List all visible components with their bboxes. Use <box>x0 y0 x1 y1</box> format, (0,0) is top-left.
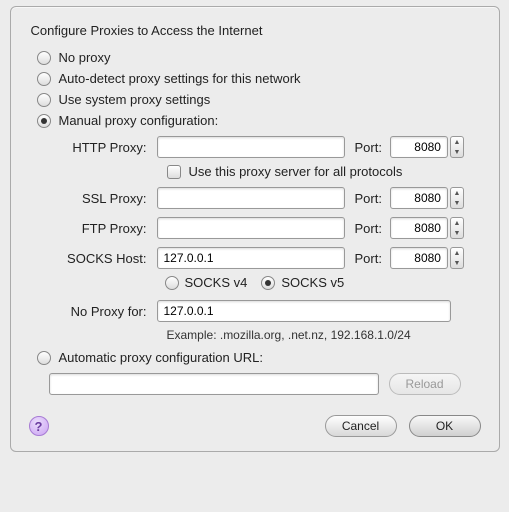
radio-icon <box>37 93 51 107</box>
chevron-up-icon: ▲ <box>454 250 461 257</box>
radio-icon <box>37 72 51 86</box>
socks-version-group: SOCKS v4 SOCKS v5 <box>165 275 485 290</box>
dialog-title: Configure Proxies to Access the Internet <box>31 23 485 38</box>
manual-proxy-section: HTTP Proxy: Port: ▲▼ Use this proxy serv… <box>57 134 485 342</box>
radio-icon <box>37 351 51 365</box>
chevron-up-icon: ▲ <box>454 190 461 197</box>
help-icon[interactable]: ? <box>29 416 49 436</box>
no-proxy-for-input[interactable] <box>157 300 451 322</box>
dialog-footer: ? Cancel OK <box>25 415 485 437</box>
chevron-up-icon: ▲ <box>454 220 461 227</box>
radio-row-system-proxy[interactable]: Use system proxy settings <box>37 92 485 107</box>
ftp-proxy-label: FTP Proxy: <box>57 221 157 236</box>
chevron-down-icon: ▼ <box>454 200 461 207</box>
ssl-proxy-host-input[interactable] <box>157 187 345 209</box>
http-proxy-host-input[interactable] <box>157 136 345 158</box>
radio-label: No proxy <box>59 50 111 65</box>
ftp-proxy-host-input[interactable] <box>157 217 345 239</box>
checkbox-label: Use this proxy server for all protocols <box>189 164 403 179</box>
auto-config-url-row: Reload <box>49 373 485 395</box>
http-proxy-label: HTTP Proxy: <box>57 140 157 155</box>
port-label: Port: <box>345 221 390 236</box>
radio-row-manual-proxy[interactable]: Manual proxy configuration: <box>37 113 485 128</box>
port-label: Port: <box>345 191 390 206</box>
radio-label: Use system proxy settings <box>59 92 211 107</box>
http-proxy-port-input[interactable] <box>390 136 448 158</box>
radio-label: Auto-detect proxy settings for this netw… <box>59 71 301 86</box>
port-label: Port: <box>345 140 390 155</box>
socks-v5-label: SOCKS v5 <box>281 275 344 290</box>
chevron-up-icon: ▲ <box>454 139 461 146</box>
ok-button[interactable]: OK <box>409 415 481 437</box>
chevron-down-icon: ▼ <box>454 230 461 237</box>
radio-row-auto-detect[interactable]: Auto-detect proxy settings for this netw… <box>37 71 485 86</box>
no-proxy-example: Example: .mozilla.org, .net.nz, 192.168.… <box>167 328 485 342</box>
radio-row-auto-config-url[interactable]: Automatic proxy configuration URL: <box>37 350 485 365</box>
use-proxy-all-protocols[interactable]: Use this proxy server for all protocols <box>167 164 485 179</box>
reload-button[interactable]: Reload <box>389 373 461 395</box>
socks-host-label: SOCKS Host: <box>57 251 157 266</box>
radio-socks-v4[interactable] <box>165 276 179 290</box>
radio-socks-v5[interactable] <box>261 276 275 290</box>
proxy-settings-dialog: Configure Proxies to Access the Internet… <box>10 6 500 452</box>
ftp-port-stepper[interactable]: ▲▼ <box>450 217 464 239</box>
socks-host-input[interactable] <box>157 247 345 269</box>
socks-v4-label: SOCKS v4 <box>185 275 248 290</box>
ssl-proxy-label: SSL Proxy: <box>57 191 157 206</box>
checkbox-icon <box>167 165 181 179</box>
ftp-proxy-port-input[interactable] <box>390 217 448 239</box>
chevron-down-icon: ▼ <box>454 149 461 156</box>
radio-row-no-proxy[interactable]: No proxy <box>37 50 485 65</box>
chevron-down-icon: ▼ <box>454 260 461 267</box>
socks-port-input[interactable] <box>390 247 448 269</box>
ssl-proxy-port-input[interactable] <box>390 187 448 209</box>
ssl-port-stepper[interactable]: ▲▼ <box>450 187 464 209</box>
socks-port-stepper[interactable]: ▲▼ <box>450 247 464 269</box>
http-port-stepper[interactable]: ▲▼ <box>450 136 464 158</box>
radio-label: Manual proxy configuration: <box>59 113 219 128</box>
radio-icon <box>37 51 51 65</box>
cancel-button[interactable]: Cancel <box>325 415 397 437</box>
radio-label: Automatic proxy configuration URL: <box>59 350 263 365</box>
auto-config-url-input[interactable] <box>49 373 379 395</box>
radio-icon <box>37 114 51 128</box>
no-proxy-for-label: No Proxy for: <box>57 304 157 319</box>
port-label: Port: <box>345 251 390 266</box>
